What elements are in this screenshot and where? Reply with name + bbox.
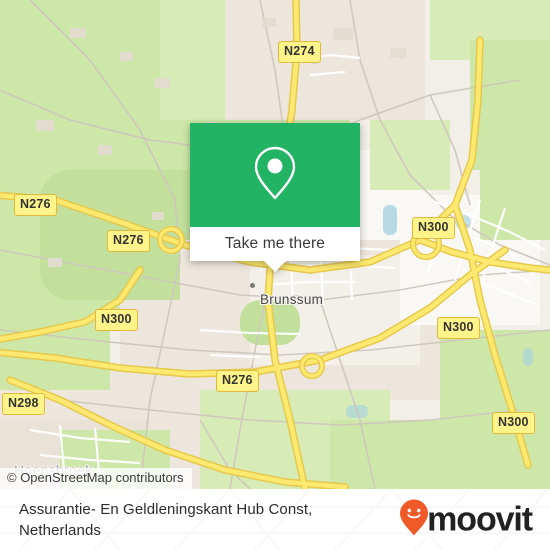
moovit-pin-smiley-icon [399, 498, 429, 541]
moovit-logo[interactable]: moovit [399, 498, 533, 541]
map-canvas[interactable]: N274 N276 N276 N300 N300 N300 N276 N298 … [0, 0, 550, 489]
map-pin-icon [251, 143, 299, 208]
popup-card-action[interactable]: Take me there [190, 227, 360, 272]
moovit-map-page: N274 N276 N276 N300 N300 N300 N276 N298 … [0, 0, 550, 550]
destination-popup-card[interactable]: Take me there [190, 123, 360, 272]
map-attribution[interactable]: © OpenStreetMap contributors [0, 467, 192, 489]
popup-card-pointer [264, 261, 286, 272]
popup-card-header [190, 123, 360, 227]
page-footer: Assurantie- En Geldleningskant Hub Const… [0, 489, 550, 550]
page-title: Assurantie- En Geldleningskant Hub Const… [19, 500, 313, 539]
attribution-text: © OpenStreetMap contributors [7, 469, 184, 485]
moovit-wordmark: moovit [427, 500, 533, 539]
take-me-there-label: Take me there [224, 235, 326, 252]
